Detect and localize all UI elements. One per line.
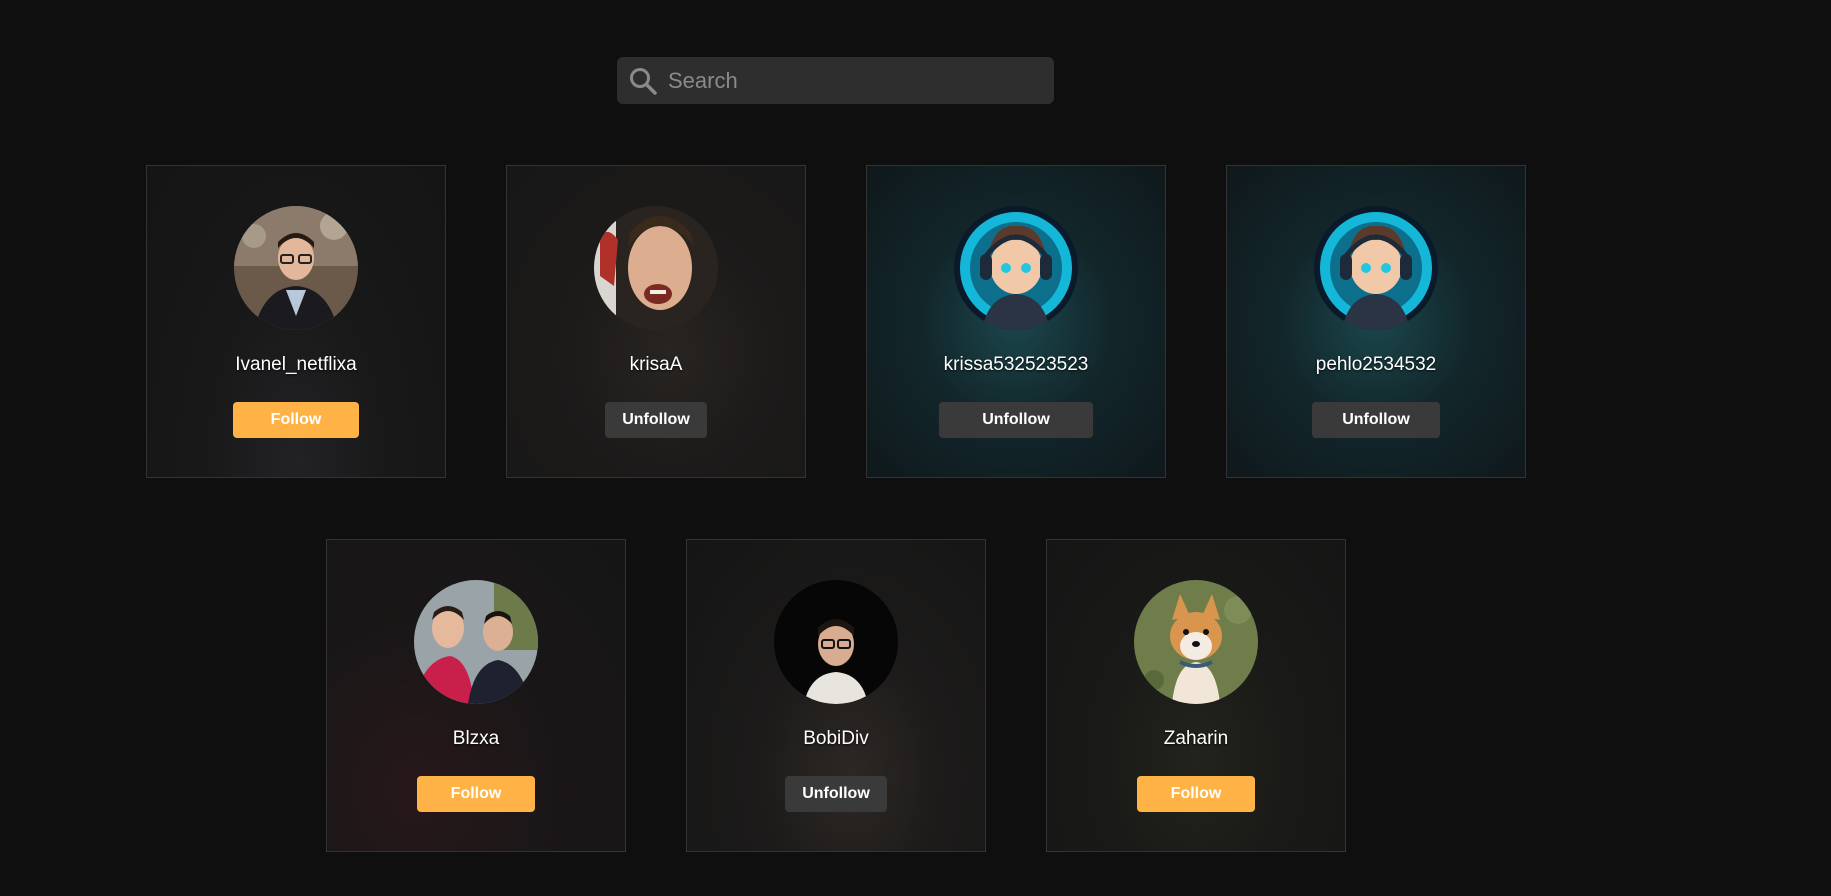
avatar — [774, 580, 898, 704]
search-icon — [630, 67, 657, 95]
avatar — [954, 206, 1078, 330]
search-bar[interactable] — [617, 56, 1054, 105]
username: Ivanel_netflixa — [235, 354, 357, 375]
username: krissa532523523 — [943, 354, 1089, 375]
avatar — [594, 206, 718, 330]
unfollow-button[interactable]: Unfollow — [1312, 402, 1440, 438]
user-card: krisaA Unfollow — [506, 165, 806, 478]
unfollow-button[interactable]: Unfollow — [785, 776, 887, 812]
username: pehlo2534532 — [1315, 354, 1437, 375]
unfollow-button[interactable]: Unfollow — [605, 402, 707, 438]
username: krisaA — [629, 354, 683, 375]
user-card: Ivanel_netflixa Follow — [146, 165, 446, 478]
username: BobiDiv — [803, 728, 869, 749]
user-card: BobiDiv Unfollow — [686, 539, 986, 852]
avatar — [234, 206, 358, 330]
avatar — [1314, 206, 1438, 330]
avatar — [414, 580, 538, 704]
follow-button[interactable]: Follow — [417, 776, 535, 812]
follow-button[interactable]: Follow — [1137, 776, 1255, 812]
user-card: pehlo2534532 Unfollow — [1226, 165, 1526, 478]
user-card: Blzxa Follow — [326, 539, 626, 852]
unfollow-button[interactable]: Unfollow — [939, 402, 1093, 438]
avatar — [1134, 580, 1258, 704]
user-card: krissa532523523 Unfollow — [866, 165, 1166, 478]
username: Zaharin — [1163, 728, 1229, 749]
username: Blzxa — [452, 728, 500, 749]
follow-button[interactable]: Follow — [233, 402, 359, 438]
user-card: Zaharin Follow — [1046, 539, 1346, 852]
search-input[interactable] — [658, 56, 1054, 105]
